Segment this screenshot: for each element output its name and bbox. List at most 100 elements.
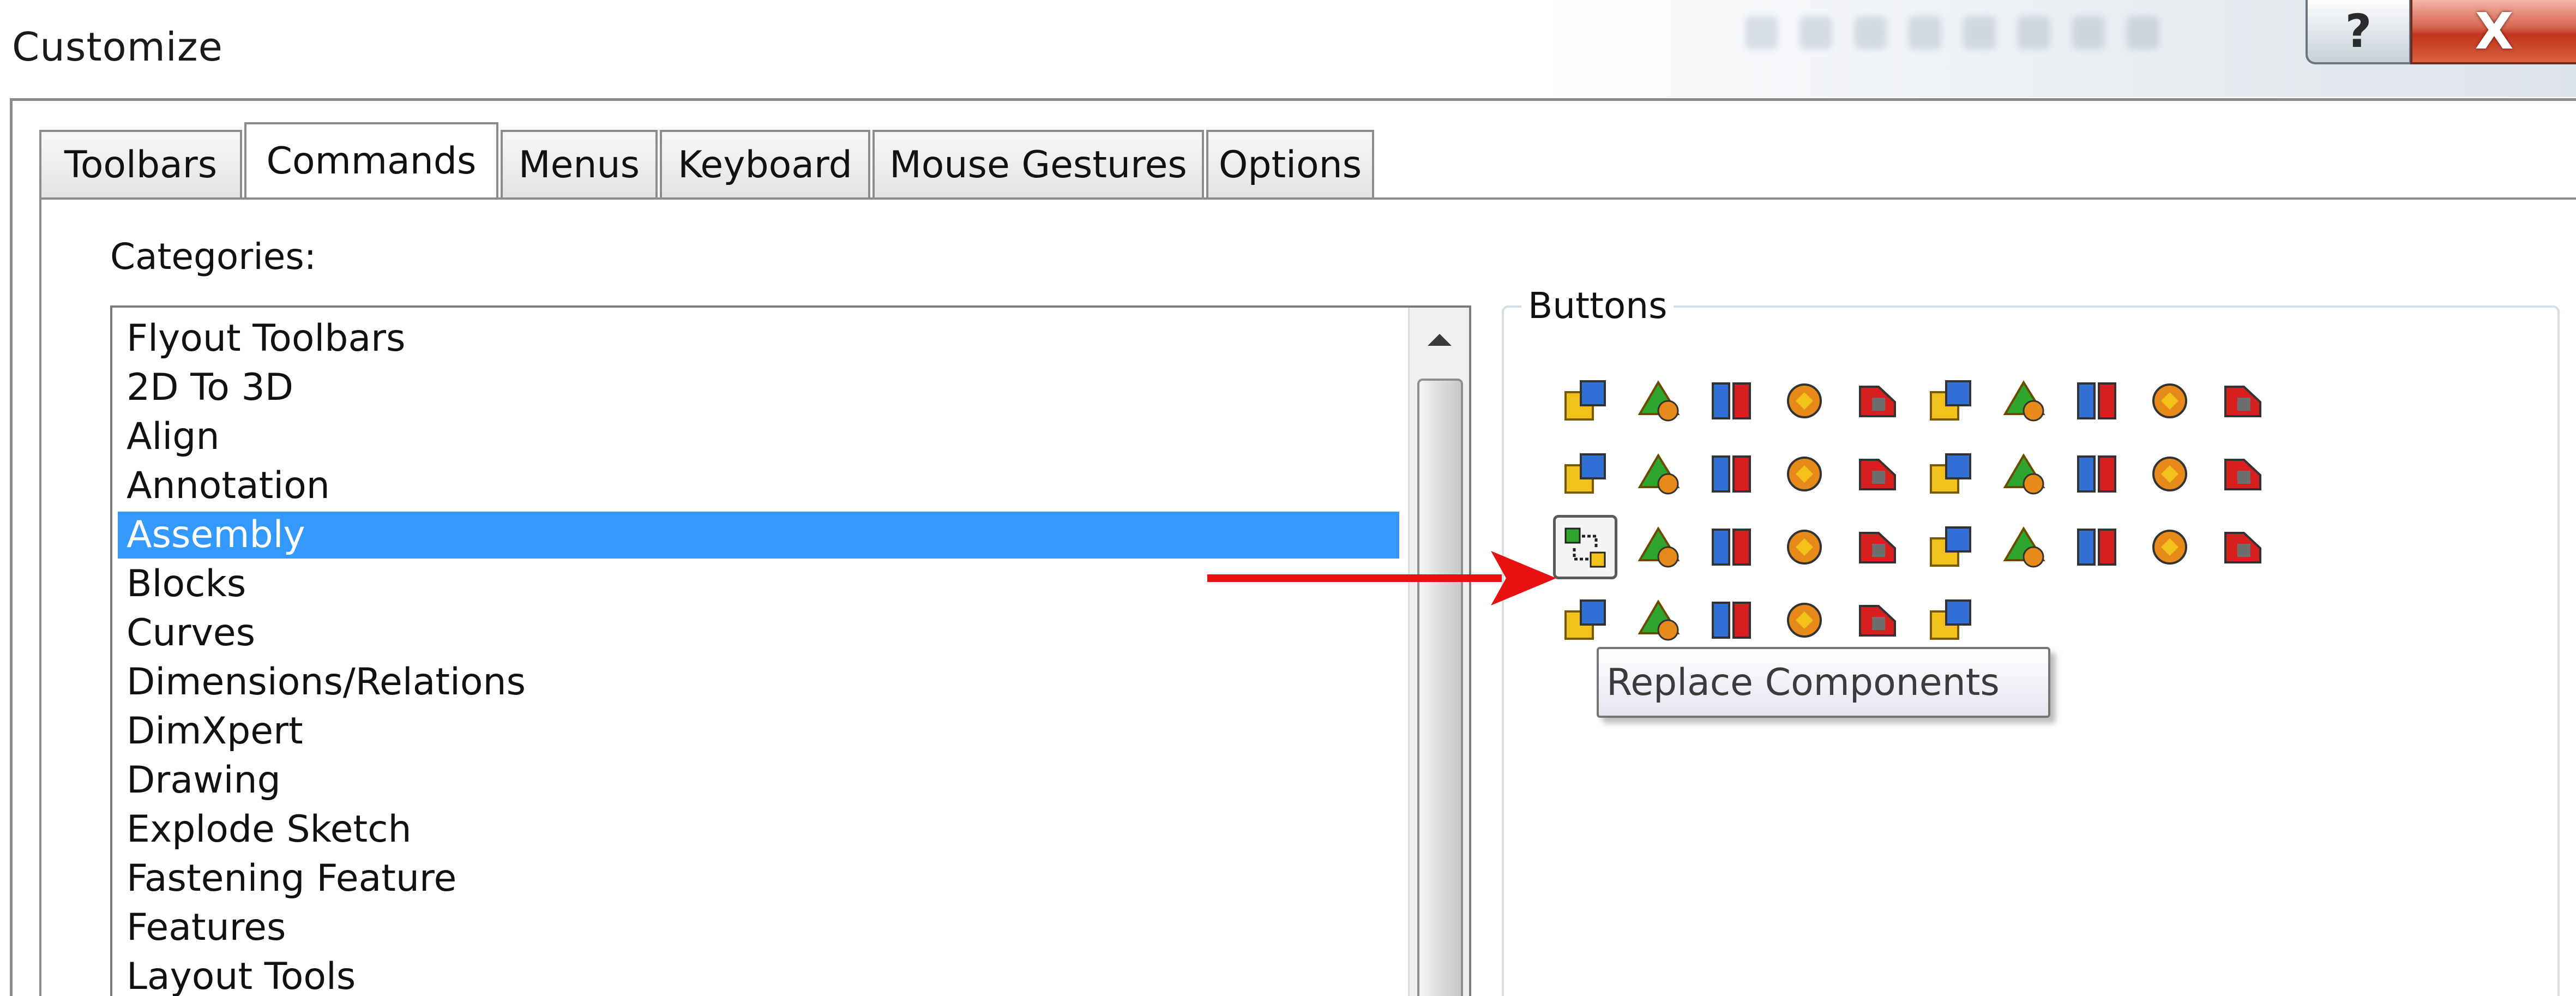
pattern-driven-button[interactable] <box>1626 515 1690 579</box>
exploded-view-button[interactable] <box>1991 442 2056 506</box>
copy-with-mates-icon <box>1787 383 1822 418</box>
smart-fasteners-button[interactable] <box>1991 369 2056 433</box>
hole-alignment-icon <box>2077 529 2116 566</box>
close-button[interactable]: X <box>2410 0 2576 64</box>
assembly-features-button[interactable] <box>1918 442 1983 506</box>
change-transparency-icon <box>1712 455 1751 493</box>
categories-list[interactable]: Flyout Toolbars 2D To 3D Align Annotatio… <box>110 305 1471 996</box>
category-item-curves[interactable]: Curves <box>118 610 1399 657</box>
new-part-button[interactable] <box>1626 369 1690 433</box>
category-item-explode-sketch[interactable]: Explode Sketch <box>118 806 1399 853</box>
replace-components-icon <box>1564 527 1606 568</box>
mate-button[interactable] <box>1845 369 1910 433</box>
category-item-2d-to-3d[interactable]: 2D To 3D <box>118 364 1399 411</box>
scroll-up-button[interactable] <box>1410 308 1469 372</box>
buttons-legend: Buttons <box>1521 285 1674 327</box>
category-item-dimensions-relations[interactable]: Dimensions/Relations <box>118 659 1399 706</box>
scroll-thumb[interactable] <box>1417 379 1463 996</box>
tab-toolbars[interactable]: Toolbars <box>39 130 242 197</box>
category-item-layout-tools[interactable]: Layout Tools <box>118 953 1399 996</box>
clearance-verification-button[interactable] <box>1991 515 2056 579</box>
clearance-verification-icon <box>2003 526 2045 568</box>
category-item-drawing[interactable]: Drawing <box>118 757 1399 804</box>
hole-alignment-button[interactable] <box>2065 515 2129 579</box>
collision-detection-icon <box>1859 532 1896 563</box>
tab-mouse-gestures[interactable]: Mouse Gestures <box>872 130 1204 197</box>
help-icon: ? <box>2345 4 2372 58</box>
open-component-button[interactable] <box>1918 588 1983 652</box>
make-subassembly-button[interactable] <box>1772 588 1837 652</box>
categories-scrollbar[interactable] <box>1408 308 1469 996</box>
insert-components-button[interactable] <box>1553 369 1617 433</box>
exploded-view-icon <box>2003 453 2045 495</box>
pattern-driven-icon <box>1638 526 1680 568</box>
edit-component-icon <box>1787 457 1822 491</box>
tab-menus[interactable]: Menus <box>501 130 658 197</box>
envelope-button[interactable] <box>1553 588 1617 652</box>
scroll-up-arrow-icon <box>1427 334 1452 346</box>
title-bar: Customize ? X <box>0 0 2576 97</box>
blurred-zoom-area-icon <box>1799 16 1832 49</box>
show-hidden-components-icon <box>1564 453 1606 494</box>
routing-button[interactable] <box>1699 588 1764 652</box>
belt-chain-button[interactable] <box>1626 588 1690 652</box>
open-component-icon <box>1930 599 1971 640</box>
rotate-component-button[interactable] <box>2211 369 2275 433</box>
help-button[interactable]: ? <box>2306 0 2411 64</box>
rotate-component-icon <box>2224 386 2261 417</box>
customize-dialog: Customize ? X Toolbars Commands Menus Ke… <box>0 0 2576 996</box>
explode-line-sketch-button[interactable] <box>1699 515 1764 579</box>
tab-panel-left-border <box>39 197 41 996</box>
align-components-button[interactable] <box>1918 515 1983 579</box>
assembly-visualization-button[interactable] <box>2138 515 2202 579</box>
interference-detection-icon <box>2152 457 2187 491</box>
mirror-components-icon <box>2077 382 2116 419</box>
copy-with-mates-button[interactable] <box>1772 369 1837 433</box>
change-transparency-button[interactable] <box>1699 442 1764 506</box>
explode-line-sketch-icon <box>1712 529 1751 566</box>
smart-fasteners-icon <box>2003 380 2045 422</box>
paperclip-icon <box>2077 455 2116 493</box>
hide-components-button[interactable] <box>1626 442 1690 506</box>
category-item-flyout-toolbars[interactable]: Flyout Toolbars <box>118 315 1399 362</box>
collision-detection-button[interactable] <box>1845 515 1910 579</box>
refresh-button[interactable] <box>2211 442 2275 506</box>
show-hidden-components-button[interactable] <box>1553 442 1617 506</box>
interference-detection-button[interactable] <box>2138 442 2202 506</box>
sensor-icon <box>2224 532 2261 563</box>
mirror-components-button[interactable] <box>2065 369 2129 433</box>
blurred-hide-show-icon <box>2072 16 2105 49</box>
paperclip-button[interactable] <box>2065 442 2129 506</box>
mate-icon <box>1859 386 1896 417</box>
tab-keyboard[interactable]: Keyboard <box>660 130 870 197</box>
blurred-display-style-icon <box>2018 16 2050 49</box>
smart-explode-line-icon <box>1787 530 1822 565</box>
replace-components-tooltip: Replace Components <box>1597 647 2050 718</box>
sensor-button[interactable] <box>2211 515 2275 579</box>
smart-explode-line-button[interactable] <box>1772 515 1837 579</box>
tab-commands[interactable]: Commands <box>244 122 498 197</box>
no-external-references-button[interactable] <box>1845 442 1910 506</box>
category-item-fastening-feature[interactable]: Fastening Feature <box>118 855 1399 902</box>
make-subassembly-icon <box>1787 603 1822 638</box>
category-item-features[interactable]: Features <box>118 904 1399 951</box>
linear-pattern-icon <box>1930 380 1971 421</box>
category-item-align[interactable]: Align <box>118 413 1399 460</box>
edit-component-button[interactable] <box>1772 442 1837 506</box>
refresh-icon <box>2224 459 2261 490</box>
envelope-icon <box>1564 599 1606 640</box>
belt-chain-icon <box>1638 599 1680 641</box>
dissolve-subassembly-button[interactable] <box>1845 588 1910 652</box>
category-item-annotation[interactable]: Annotation <box>118 463 1399 509</box>
new-assembly-button[interactable] <box>1699 369 1764 433</box>
tab-options[interactable]: Options <box>1206 130 1374 197</box>
replace-components-button[interactable] <box>1553 515 1617 579</box>
assembly-visualization-icon <box>2152 530 2187 565</box>
linear-pattern-button[interactable] <box>1918 369 1983 433</box>
new-assembly-icon <box>1712 382 1751 419</box>
blurred-section-view-icon <box>1909 16 1941 49</box>
background-toolbar-icons <box>1745 16 2236 60</box>
move-component-button[interactable] <box>2138 369 2202 433</box>
move-component-icon <box>2152 383 2187 418</box>
category-item-dimxpert[interactable]: DimXpert <box>118 708 1399 755</box>
